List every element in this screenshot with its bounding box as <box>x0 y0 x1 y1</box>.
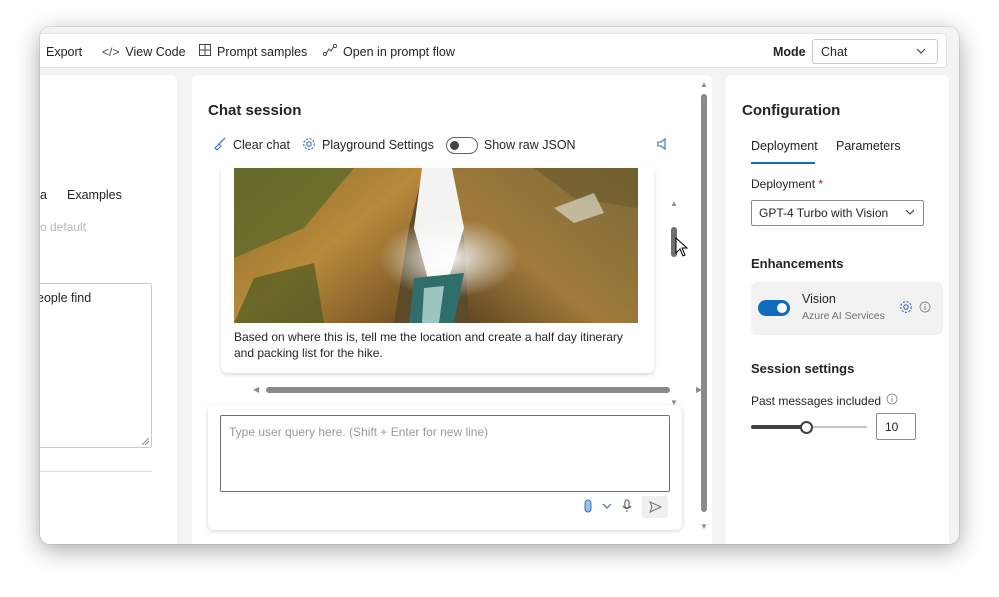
mouse-cursor-icon <box>675 237 689 257</box>
tab-examples[interactable]: Examples <box>67 188 122 202</box>
attach-icon[interactable] <box>584 499 592 516</box>
flow-icon <box>322 43 338 59</box>
user-query-input[interactable]: Type user query here. (Shift + Enter for… <box>220 415 670 492</box>
tab-parameters[interactable]: Parameters <box>836 139 901 153</box>
app-window: Export </> View Code Prompt samples Open… <box>40 27 959 544</box>
deployment-label-text: Deployment <box>751 177 816 191</box>
top-toolbar: Export </> View Code Prompt samples Open… <box>40 33 947 68</box>
open-prompt-flow-label: Open in prompt flow <box>343 44 455 59</box>
broom-icon <box>213 137 227 154</box>
chat-panel-scrollbar[interactable]: ▲ ▼ <box>700 80 710 542</box>
chevron-down-icon <box>904 206 916 221</box>
session-settings-title: Session settings <box>751 361 855 376</box>
mode-dropdown[interactable]: Chat <box>812 39 938 64</box>
enhancements-title: Enhancements <box>751 256 844 271</box>
tab-deployment[interactable]: Deployment <box>751 139 818 164</box>
past-messages-label: Past messages included <box>751 393 898 408</box>
past-messages-input[interactable]: 10 <box>876 413 916 440</box>
required-marker: * <box>818 177 824 191</box>
chat-toolbar: Clear chat Playground Settings Show raw … <box>213 132 588 158</box>
send-icon <box>648 501 662 513</box>
view-code-button[interactable]: </> View Code <box>102 34 186 69</box>
export-button[interactable]: Export <box>46 34 82 69</box>
horizontal-scrollbar-thumb[interactable] <box>266 387 670 393</box>
user-message-text: Based on where this is, tell me the loca… <box>234 330 623 360</box>
show-raw-json-label: Show raw JSON <box>483 138 576 152</box>
user-message-card: Based on where this is, tell me the loca… <box>221 168 654 373</box>
prompt-samples-button[interactable]: Prompt samples <box>199 34 307 69</box>
open-prompt-flow-button[interactable]: Open in prompt flow <box>322 34 455 69</box>
query-input-card: Type user query here. (Shift + Enter for… <box>208 405 682 530</box>
speaker-icon[interactable] <box>657 137 669 154</box>
grid-icon <box>199 44 211 59</box>
send-button[interactable] <box>642 496 668 518</box>
chat-panel-scrollbar-thumb[interactable] <box>701 94 707 512</box>
scroll-up-arrow-icon[interactable]: ▲ <box>700 80 708 89</box>
vision-toggle[interactable] <box>758 300 790 316</box>
mode-label: Mode <box>773 44 806 59</box>
past-messages-label-text: Past messages included <box>751 393 882 408</box>
input-actions <box>584 495 678 519</box>
playground-settings-button[interactable]: Playground Settings <box>302 137 434 154</box>
vision-name: Vision <box>802 292 836 306</box>
chevron-down-icon <box>915 45 927 60</box>
chevron-down-icon[interactable] <box>602 500 612 514</box>
configuration-panel: Configuration Deployment Parameters Depl… <box>726 75 949 544</box>
tab-system-message-partial[interactable]: a <box>40 188 47 202</box>
system-message-textarea[interactable]: eople find <box>40 283 152 448</box>
deployment-label: Deployment * <box>751 177 823 191</box>
scroll-left-arrow-icon[interactable]: ◀ <box>253 385 259 394</box>
info-icon[interactable] <box>919 300 931 318</box>
horizontal-scrollbar[interactable] <box>266 386 672 394</box>
system-message-text: eople find <box>40 291 92 305</box>
info-icon[interactable] <box>886 393 898 408</box>
show-raw-json-toggle[interactable]: Show raw JSON <box>445 136 576 154</box>
divider <box>40 471 152 472</box>
chat-session-title: Chat session <box>208 102 302 119</box>
deployment-dropdown[interactable]: GPT-4 Turbo with Vision <box>751 200 924 226</box>
prompt-samples-label: Prompt samples <box>217 44 308 59</box>
clear-chat-button[interactable]: Clear chat <box>213 137 290 154</box>
slider-thumb[interactable] <box>800 421 813 434</box>
gear-icon <box>302 137 316 154</box>
microphone-icon[interactable] <box>622 498 632 516</box>
chat-session-panel: Chat session Clear chat Playground Setti… <box>192 75 712 544</box>
waterfall-image <box>234 168 638 323</box>
scroll-up-arrow-icon[interactable]: ▲ <box>670 199 678 208</box>
export-label: Export <box>46 44 83 59</box>
deployment-value: GPT-4 Turbo with Vision <box>759 206 889 220</box>
playground-settings-label: Playground Settings <box>321 138 434 152</box>
reset-to-default-link[interactable]: o default <box>40 220 86 234</box>
resize-handle-icon[interactable] <box>142 438 149 445</box>
scroll-down-arrow-icon[interactable]: ▼ <box>700 522 708 531</box>
vision-settings-gear-icon[interactable] <box>899 300 913 317</box>
system-message-panel: a Examples o default eople find <box>40 75 177 544</box>
toggle-switch-off[interactable] <box>445 136 478 154</box>
vision-subtitle: Azure AI Services <box>802 310 885 322</box>
slider-fill <box>751 425 806 429</box>
view-code-label: View Code <box>125 44 186 59</box>
vision-enhancement-card: Vision Azure AI Services <box>751 282 943 335</box>
mode-value: Chat <box>821 44 848 59</box>
past-messages-slider[interactable] <box>751 421 867 434</box>
clear-chat-label: Clear chat <box>233 138 290 152</box>
code-icon: </> <box>102 44 120 59</box>
configuration-title: Configuration <box>742 102 841 119</box>
